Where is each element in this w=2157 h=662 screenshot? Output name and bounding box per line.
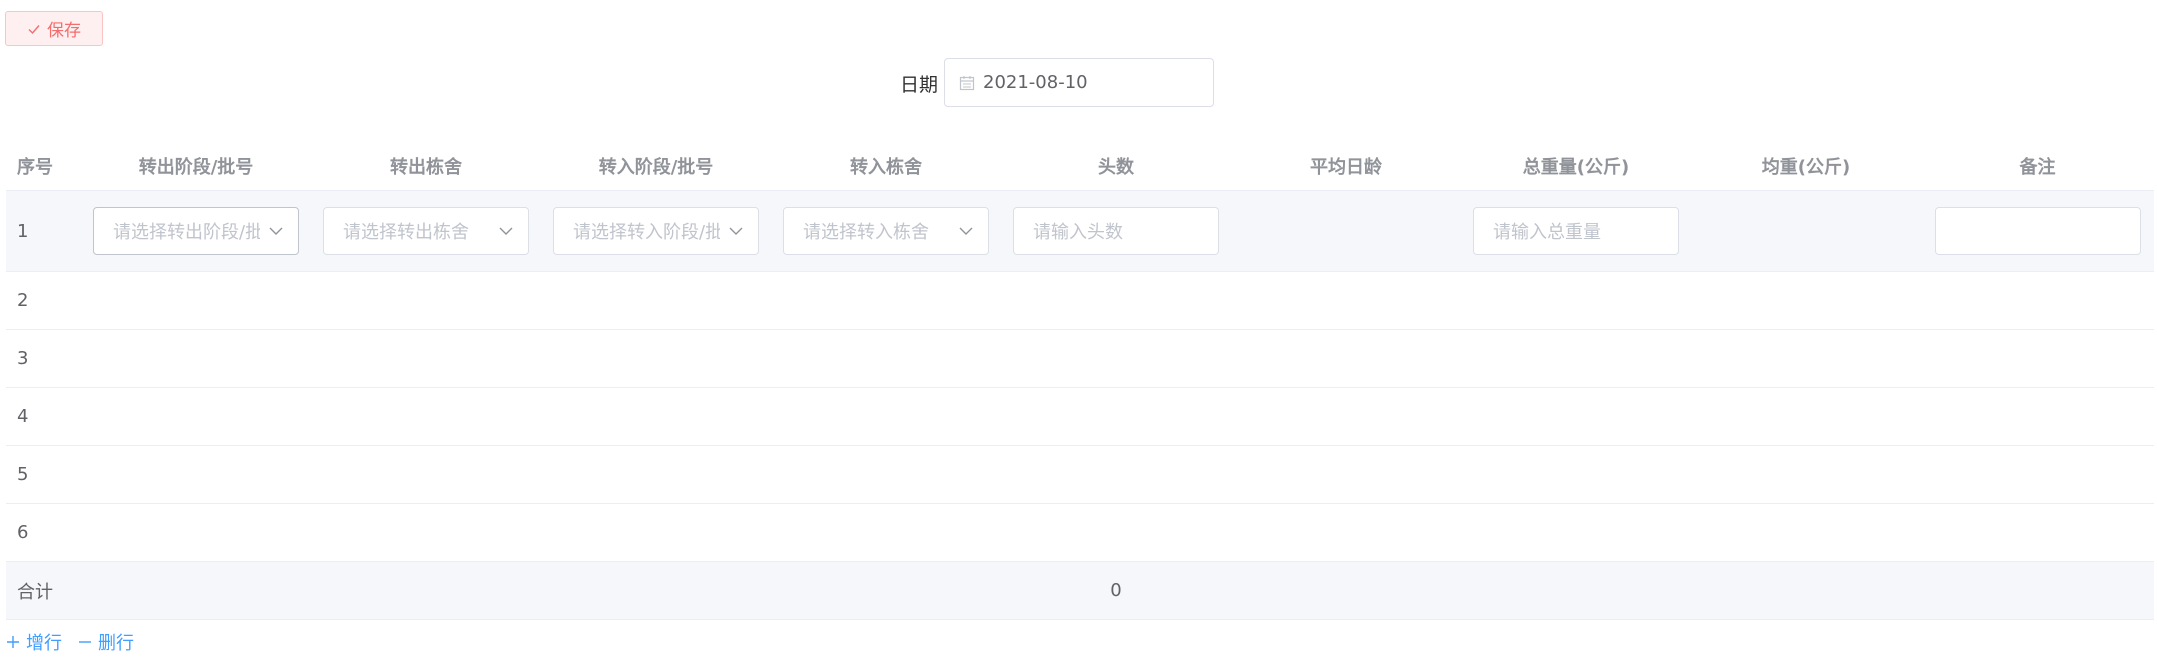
add-row-button[interactable]: 增行: [6, 629, 62, 655]
save-button[interactable]: 保存: [5, 11, 103, 46]
date-picker[interactable]: 2021-08-10: [944, 58, 1214, 107]
row-index: 1: [6, 190, 81, 272]
out-barn-select[interactable]: 请选择转出栋舍: [323, 207, 529, 255]
avg-weight-cell: [1691, 190, 1921, 272]
chevron-down-icon: [499, 227, 513, 235]
out-batch-placeholder: 请选择转出阶段/批号: [113, 222, 260, 243]
count-input[interactable]: 请输入头数: [1013, 207, 1219, 255]
row-index: 4: [6, 387, 81, 446]
count-placeholder: 请输入头数: [1033, 222, 1123, 243]
row-index: 3: [6, 329, 81, 388]
add-row-label: 增行: [26, 633, 62, 654]
transfer-table: 序号 转出阶段/批号 转出栋舍 转入阶段/批号 转入栋舍 头数 平均日龄 总重量…: [6, 142, 2154, 620]
out-batch-select[interactable]: 请选择转出阶段/批号: [93, 207, 299, 255]
header-count: 头数: [1001, 142, 1231, 191]
date-label: 日期: [900, 74, 939, 96]
header-out-barn: 转出栋舍: [311, 142, 541, 191]
total-label: 合计: [6, 561, 81, 620]
in-barn-select[interactable]: 请选择转入栋舍: [783, 207, 989, 255]
chevron-down-icon: [269, 227, 283, 235]
chevron-down-icon: [729, 227, 743, 235]
table-row: 6: [6, 503, 2154, 562]
header-out-batch: 转出阶段/批号: [81, 142, 311, 191]
minus-icon: [79, 641, 91, 643]
table-row: 4: [6, 387, 2154, 446]
in-barn-placeholder: 请选择转入栋舍: [803, 222, 929, 243]
table-header: 序号 转出阶段/批号 转出栋舍 转入阶段/批号 转入栋舍 头数 平均日龄 总重量…: [6, 142, 2154, 191]
in-batch-select[interactable]: 请选择转入阶段/批号: [553, 207, 759, 255]
plus-icon: [7, 636, 19, 648]
delete-row-label: 删行: [98, 633, 134, 654]
table-row: 5: [6, 445, 2154, 504]
row-index: 6: [6, 503, 81, 562]
total-weight-input[interactable]: 请输入总重量: [1473, 207, 1679, 255]
calendar-icon: [959, 75, 975, 90]
table-row: 2: [6, 271, 2154, 330]
header-in-barn: 转入栋舍: [771, 142, 1001, 191]
header-avg-age: 平均日龄: [1231, 142, 1461, 191]
chevron-down-icon: [959, 227, 973, 235]
table-row: 3: [6, 329, 2154, 388]
date-value: 2021-08-10: [983, 72, 1088, 93]
remark-input[interactable]: [1934, 207, 2141, 255]
in-batch-placeholder: 请选择转入阶段/批号: [573, 222, 720, 243]
delete-row-button[interactable]: 删行: [78, 629, 134, 655]
date-row: 日期 2021-08-10: [0, 58, 2157, 107]
total-count: 0: [1001, 561, 1231, 620]
header-total-weight: 总重量(公斤): [1461, 142, 1691, 191]
total-weight-placeholder: 请输入总重量: [1493, 222, 1601, 243]
save-button-label: 保存: [47, 21, 81, 40]
table-row: 1 请选择转出阶段/批号 请选择转出栋舍 请选择转入阶段/批号 请选择转: [6, 190, 2154, 272]
avg-age-cell: [1231, 190, 1461, 272]
out-barn-placeholder: 请选择转出栋舍: [343, 222, 469, 243]
check-icon: [28, 24, 40, 34]
row-index: 5: [6, 445, 81, 504]
header-in-batch: 转入阶段/批号: [541, 142, 771, 191]
total-row: 合计 0: [6, 561, 2154, 620]
header-avg-weight: 均重(公斤): [1691, 142, 1921, 191]
header-index: 序号: [6, 142, 81, 191]
row-actions: 增行 删行: [6, 629, 134, 655]
row-index: 2: [6, 271, 81, 330]
header-remark: 备注: [1921, 142, 2154, 191]
